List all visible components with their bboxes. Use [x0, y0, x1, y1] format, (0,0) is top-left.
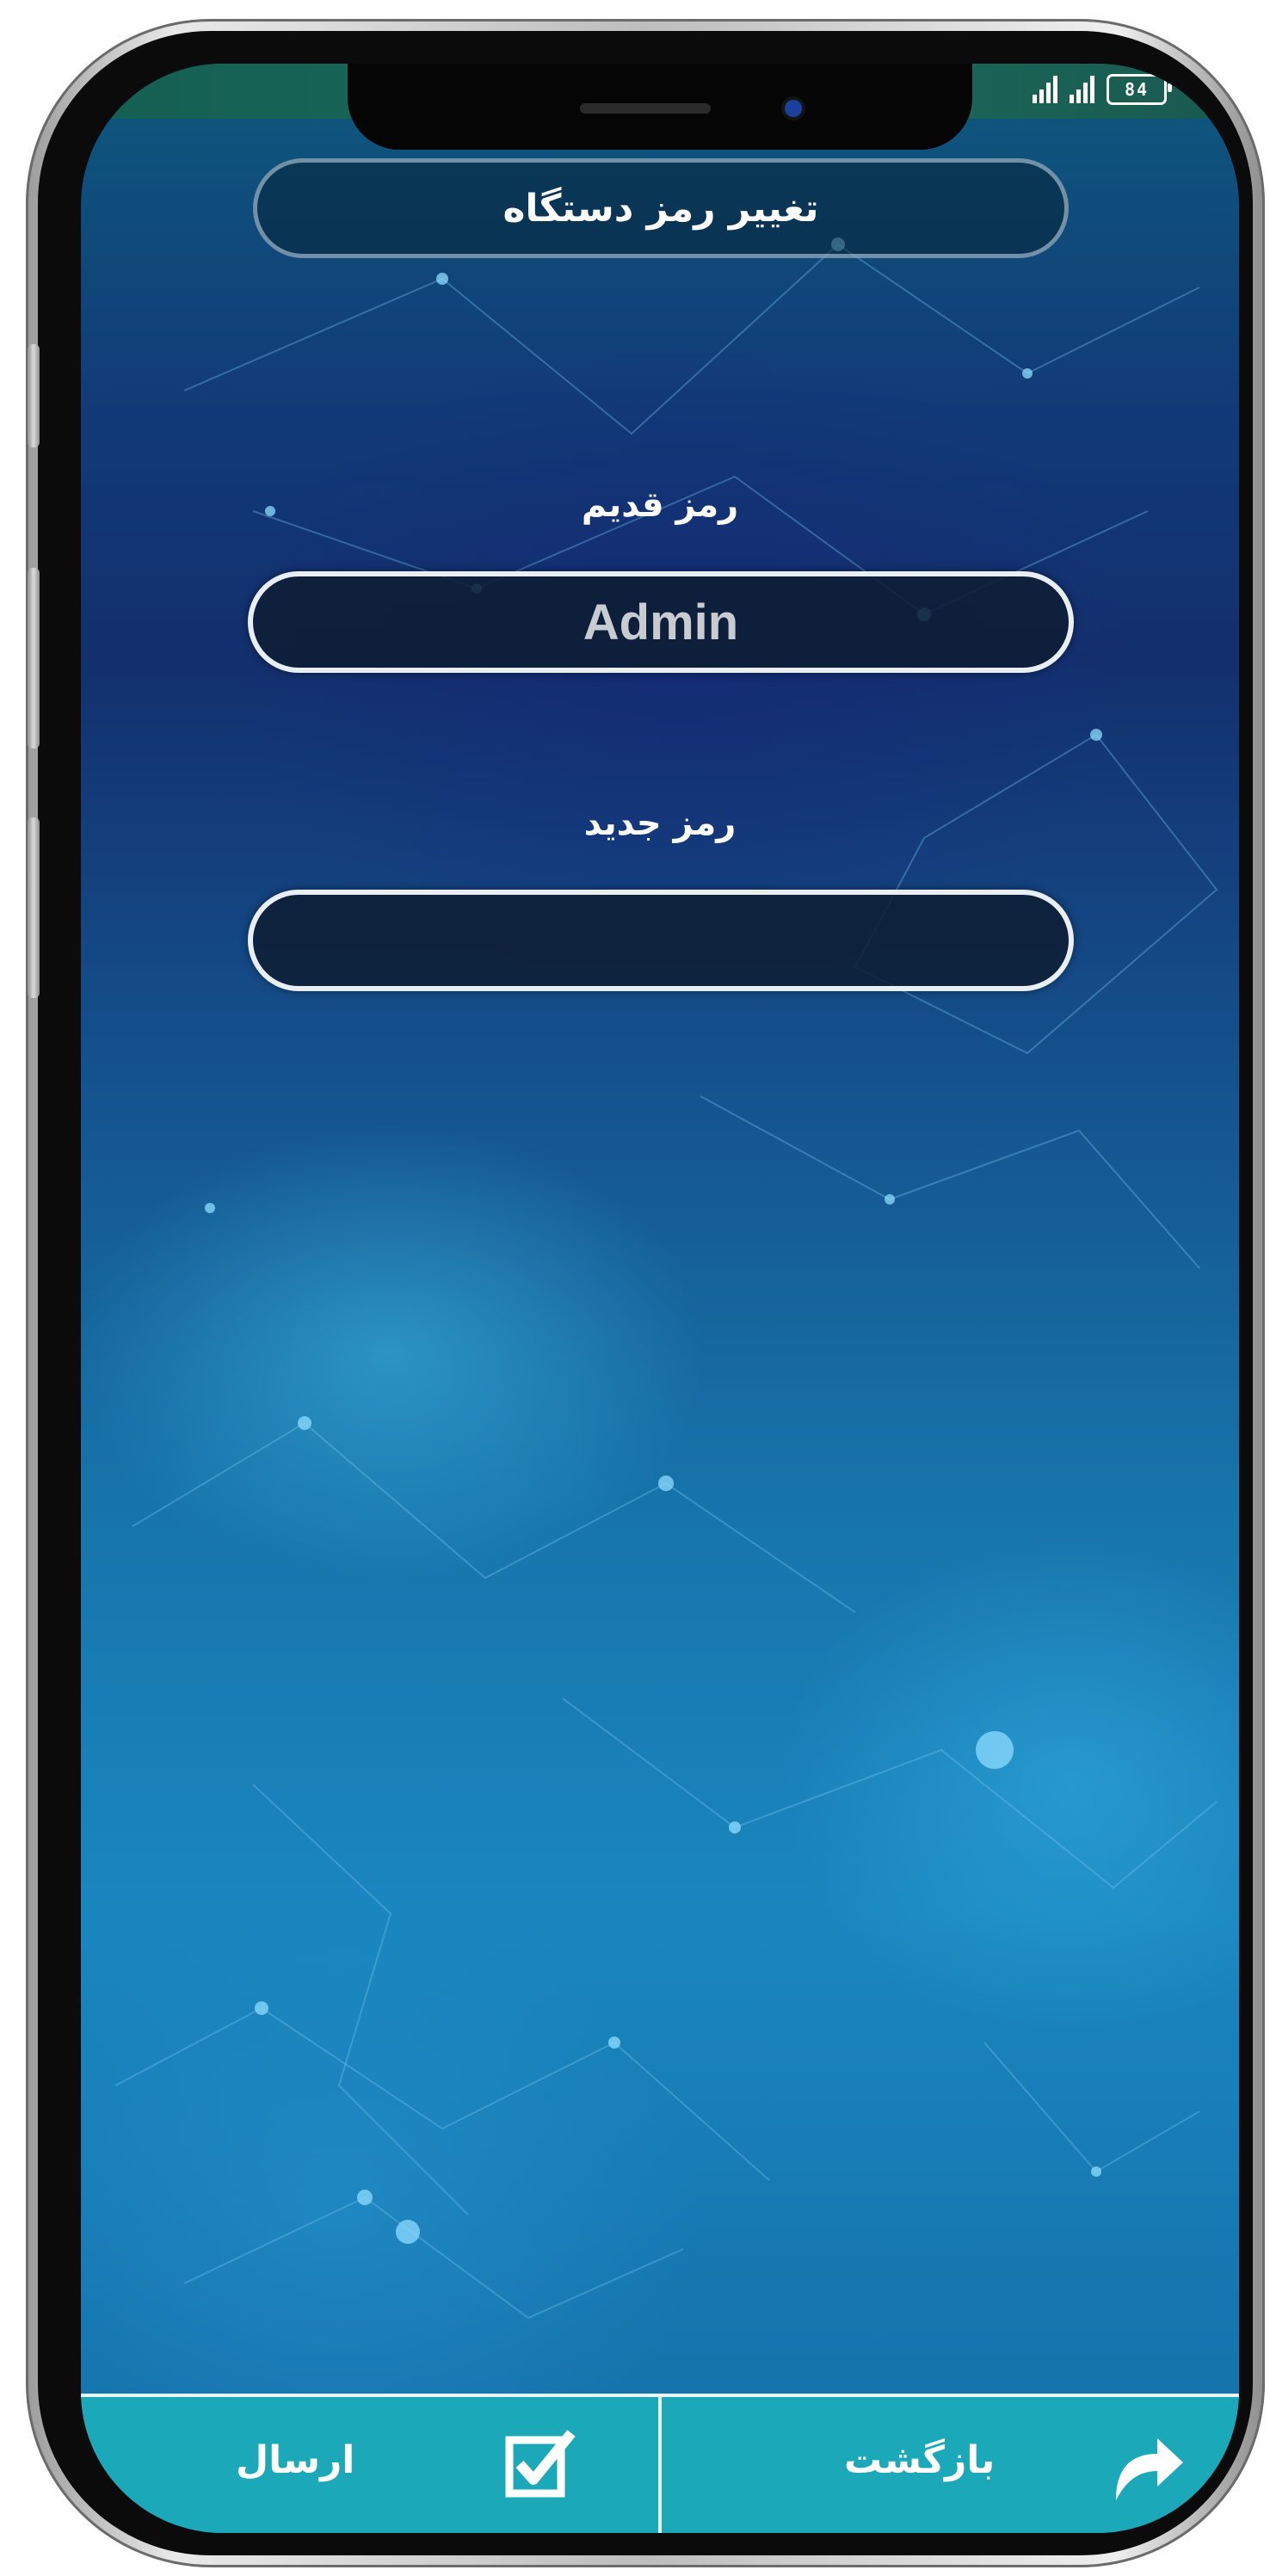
checkbox-icon [505, 2430, 576, 2498]
page-title: تغییر رمز دستگاه [502, 186, 819, 231]
submit-label: ارسال [236, 2438, 355, 2482]
new-password-label: رمز جدید [583, 804, 737, 843]
network-background [114, 237, 1218, 2320]
front-camera-icon [785, 100, 802, 117]
old-password-value: Admin [583, 594, 739, 650]
back-label: بازگشت [844, 2438, 996, 2482]
phone-volume-down-button [28, 817, 40, 998]
old-password-field[interactable]: Admin [248, 571, 1074, 673]
battery-icon: 84 [1107, 74, 1172, 105]
phone-notch [348, 64, 972, 150]
speaker-grille [580, 103, 711, 114]
phone-volume-up-button [28, 568, 40, 749]
page-title-box: تغییر رمز دستگاه [253, 158, 1069, 258]
phone-side-button [28, 344, 40, 447]
battery-level: 84 [1124, 79, 1150, 100]
back-button[interactable]: بازگشت [662, 2397, 1239, 2533]
signal-bars-icon [1033, 76, 1057, 103]
status-icons: 84 [1033, 74, 1172, 105]
submit-button[interactable]: ارسال [81, 2397, 658, 2533]
curved-arrow-icon [1116, 2438, 1183, 2500]
signal-bars-icon [1070, 76, 1094, 103]
app-screen: 84 تغییر رمز دستگاه رمز قدیم Admin رمز ج… [81, 64, 1239, 2533]
old-password-label: رمز قدیم [581, 485, 739, 525]
new-password-field[interactable] [248, 890, 1074, 991]
bottom-action-bar: ارسال بازگشت [81, 2394, 1239, 2533]
